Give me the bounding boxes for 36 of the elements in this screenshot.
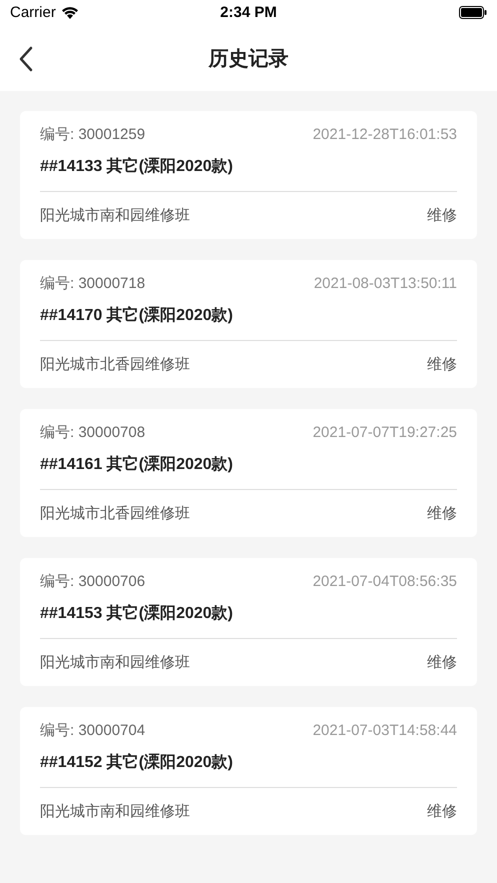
- record-number: 编号: 30000704: [40, 721, 146, 740]
- record-title: ##14170 其它(溧阳2020款): [40, 305, 234, 326]
- team-name: 阳光城市北香园维修班: [40, 504, 190, 523]
- record-title: ##14152 其它(溧阳2020款): [40, 752, 234, 773]
- record-type: 维修: [427, 653, 457, 672]
- record-title: ##14133 其它(溧阳2020款): [40, 156, 234, 177]
- record-type: 维修: [427, 206, 457, 225]
- team-name: 阳光城市南和园维修班: [40, 653, 190, 672]
- carrier-label: Carrier: [10, 4, 56, 21]
- record-card[interactable]: 编号: 30000704 2021-07-03T14:58:44 ##14152 其它(溧阳2020款) 阳光城市南和园维修班 维修: [20, 707, 477, 835]
- record-time: 2021-07-04T08:56:35: [312, 573, 457, 590]
- page-title: 历史记录: [208, 46, 288, 72]
- record-number: 编号: 30001259: [40, 125, 146, 144]
- team-name: 阳光城市南和园维修班: [40, 206, 190, 225]
- record-type: 维修: [427, 355, 457, 374]
- record-number: 编号: 30000708: [40, 423, 146, 442]
- record-card[interactable]: 编号: 30001259 2021-12-28T16:01:53 ##14133 其它(溧阳2020款) 阳光城市南和园维修班 维修: [20, 111, 477, 239]
- status-time: 2:34 PM: [220, 4, 277, 21]
- record-type: 维修: [427, 802, 457, 821]
- record-time: 2021-12-28T16:01:53: [312, 126, 457, 143]
- record-card[interactable]: 编号: 30000718 2021-08-03T13:50:11 ##14170 其它(溧阳2020款) 阳光城市北香园维修班 维修: [20, 260, 477, 388]
- record-title: ##14153 其它(溧阳2020款): [40, 603, 234, 624]
- record-type: 维修: [427, 504, 457, 523]
- record-time: 2021-08-03T13:50:11: [314, 275, 457, 292]
- record-card[interactable]: 编号: 30000708 2021-07-07T19:27:25 ##14161 其它(溧阳2020款) 阳光城市北香园维修班 维修: [20, 409, 477, 537]
- team-name: 阳光城市南和园维修班: [40, 802, 190, 821]
- battery-icon: [459, 6, 487, 19]
- team-name: 阳光城市北香园维修班: [40, 355, 190, 374]
- record-title: ##14161 其它(溧阳2020款): [40, 454, 234, 475]
- record-card[interactable]: 编号: 30000706 2021-07-04T08:56:35 ##14153 其它(溧阳2020款) 阳光城市南和园维修班 维修: [20, 558, 477, 686]
- wifi-icon: [60, 6, 79, 19]
- record-number: 编号: 30000706: [40, 572, 146, 591]
- back-icon[interactable]: [18, 46, 34, 72]
- record-time: 2021-07-07T19:27:25: [312, 424, 457, 441]
- record-number: 编号: 30000718: [40, 274, 146, 293]
- record-time: 2021-07-03T14:58:44: [312, 722, 457, 739]
